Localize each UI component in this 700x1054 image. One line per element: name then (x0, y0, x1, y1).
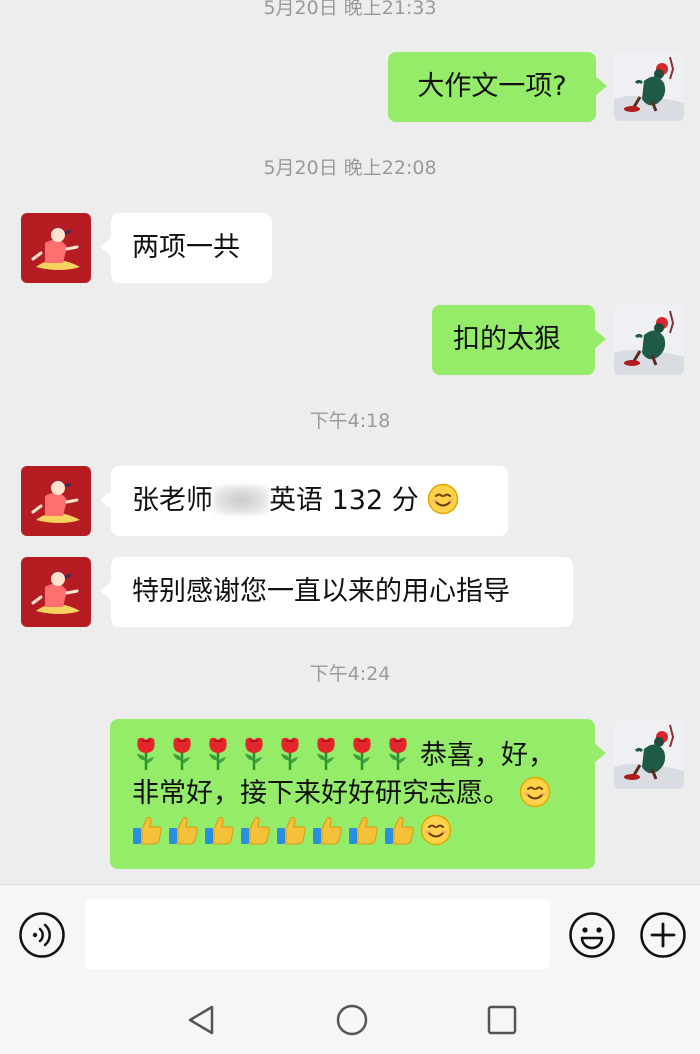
message-text: 两项一共 (132, 232, 240, 263)
avatar-mine[interactable] (614, 305, 684, 375)
avatar-contact[interactable] (21, 213, 91, 283)
rose-emoji-icon (240, 735, 268, 771)
avatar-contact[interactable] (21, 557, 91, 627)
message-line: 非常好，接下来好好研究志愿。 (132, 775, 573, 813)
message-bubble-mine[interactable]: 扣的太狠 (432, 305, 606, 375)
message-bubble-mine[interactable]: 大作文一项? (388, 52, 607, 122)
message-text: 扣的太狠 (453, 324, 561, 355)
voice-icon[interactable] (18, 911, 66, 959)
smile-emoji-icon (519, 776, 551, 808)
message-input[interactable] (85, 899, 550, 969)
thumbs-up-emoji-icon (204, 814, 234, 846)
rose-emoji-icon (168, 735, 196, 771)
message-line (132, 813, 573, 851)
rose-emoji-icon (276, 735, 304, 771)
avatar-mine[interactable] (614, 51, 684, 121)
smile-emoji-icon (427, 483, 459, 515)
rose-emoji-icon (312, 735, 340, 771)
nav-recent-icon[interactable] (484, 1002, 520, 1038)
message-text: 非常好，接下来好好研究志愿。 (132, 778, 510, 809)
rose-emoji-icon (132, 735, 160, 771)
message-text: 英语 132 分 (269, 485, 419, 516)
avatar-contact[interactable] (21, 466, 91, 536)
message-input-bar (0, 884, 700, 990)
thumbs-up-emoji-icon (132, 814, 162, 846)
message-bubble-contact[interactable]: 张老师 英语 132 分 (100, 466, 508, 536)
rose-emoji-icon (348, 735, 376, 771)
message-bubble-contact[interactable]: 特别感谢您一直以来的用心指导 (100, 557, 573, 627)
rose-emoji-row (132, 740, 420, 771)
thumbs-up-emoji-icon (240, 814, 270, 846)
nav-home-icon[interactable] (334, 1002, 370, 1038)
thumbs-up-emoji-row (132, 816, 420, 847)
thumbs-up-emoji-icon (384, 814, 414, 846)
plus-icon[interactable] (639, 911, 687, 959)
message-bubble-contact[interactable]: 两项一共 (100, 213, 272, 283)
message-bubble-mine[interactable]: 恭喜，好， 非常好，接下来好好研究志愿。 (110, 719, 606, 869)
timestamp: 下午4:18 (309, 410, 391, 432)
message-text: 张老师 (132, 485, 213, 516)
avatar-mine[interactable] (614, 719, 684, 789)
thumbs-up-emoji-icon (276, 814, 306, 846)
rose-emoji-icon (384, 735, 412, 771)
thumbs-up-emoji-icon (168, 814, 198, 846)
thumbs-up-emoji-icon (348, 814, 378, 846)
message-text: 恭喜，好， (420, 740, 555, 771)
message-text: 特别感谢您一直以来的用心指导 (132, 576, 510, 607)
message-line: 恭喜，好， (132, 735, 573, 775)
timestamp: 下午4:24 (309, 663, 391, 685)
nav-back-icon[interactable] (184, 1002, 220, 1038)
timestamp: 5月20日 晚上22:08 (263, 157, 437, 179)
message-text: 大作文一项? (417, 71, 567, 102)
emoji-icon[interactable] (568, 911, 616, 959)
chat-area[interactable]: 5月20日 晚上21:33 大作文一项? 5月20日 晚上22:08 两项一共 … (0, 0, 700, 884)
thumbs-up-emoji-icon (312, 814, 342, 846)
redacted-blur (213, 485, 269, 515)
timestamp: 5月20日 晚上21:33 (263, 0, 437, 19)
smile-emoji-icon (420, 814, 452, 846)
rose-emoji-icon (204, 735, 232, 771)
system-nav-bar (0, 990, 700, 1054)
